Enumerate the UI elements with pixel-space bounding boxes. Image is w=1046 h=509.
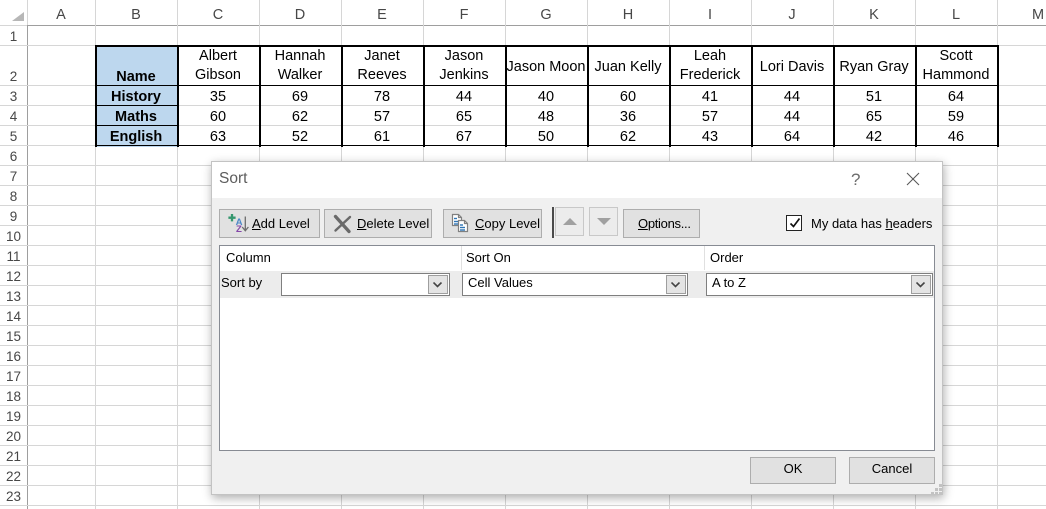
svg-text:Z: Z bbox=[236, 224, 242, 234]
